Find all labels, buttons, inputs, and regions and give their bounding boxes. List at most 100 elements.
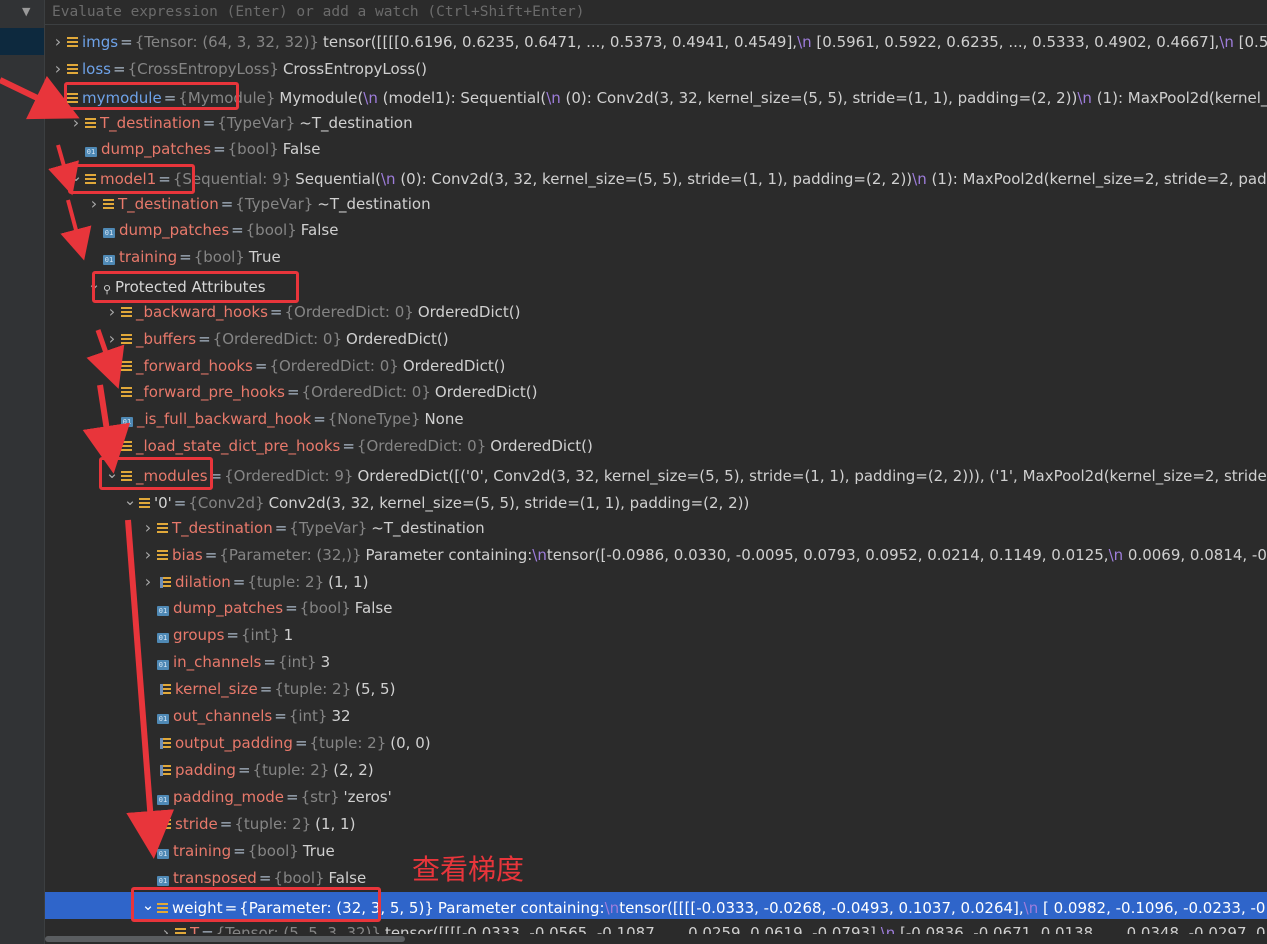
tree-row[interactable]: 01 out_channels = {int} 32 (45, 703, 1267, 730)
equals-sign: = (179, 248, 192, 266)
list-icon (121, 387, 132, 398)
variable-type: {bool} (247, 842, 299, 860)
expand-chevron-icon[interactable]: › (141, 568, 155, 595)
tree-row[interactable]: › _buffers = {OrderedDict: 0} OrderedDict() (45, 325, 1267, 352)
variable-name: _is_full_backward_hook (137, 410, 312, 428)
tree-row[interactable]: 01 groups = {int} 1 (45, 622, 1267, 649)
primitive-icon: 01 (157, 660, 169, 670)
scrollbar-thumb[interactable] (45, 936, 405, 942)
expand-chevron-icon[interactable]: › (141, 541, 155, 568)
tree-row[interactable]: 01 dump_patches = {bool} False (45, 136, 1267, 163)
equals-sign: = (204, 546, 218, 564)
variable-type: {TypeVar} (289, 519, 368, 537)
tree-row[interactable]: › T_destination = {TypeVar} ~T_destination (45, 109, 1267, 136)
expand-chevron-icon[interactable]: › (69, 109, 83, 136)
variable-value: ~T_destination (371, 519, 485, 537)
tree-row[interactable]: ⌄ model1 = {Sequential: 9} Sequential(\n (0)… (45, 163, 1267, 190)
variable-type: {bool} (245, 221, 297, 239)
list-icon (121, 307, 132, 318)
variable-value: Mymodule(\n (model1): Sequential(\n (0):… (279, 89, 1267, 107)
expand-chevron-icon[interactable]: › (51, 55, 65, 82)
tuple-icon (160, 684, 171, 695)
variable-type: {NoneType} (327, 410, 421, 428)
tree-row[interactable]: 01 training = {bool} True (45, 244, 1267, 271)
tree-row[interactable]: kernel_size = {tuple: 2} (5, 5) (45, 676, 1267, 703)
tree-row[interactable]: 01 training = {bool} True (45, 838, 1267, 865)
equals-sign: = (274, 707, 287, 725)
expand-chevron-icon[interactable]: › (141, 514, 155, 541)
expand-chevron-icon[interactable]: › (105, 325, 119, 352)
variable-value: ~T_destination (317, 195, 431, 213)
variable-value: 'zeros' (343, 788, 392, 806)
equals-sign: = (231, 221, 244, 239)
tree-row[interactable]: › bias = {Parameter: (32,)} Parameter contai… (45, 541, 1267, 568)
expand-chevron-icon[interactable]: › (51, 28, 65, 55)
tree-row[interactable]: _load_state_dict_pre_hooks = {OrderedDict:… (45, 433, 1267, 460)
equals-sign: = (342, 437, 355, 455)
tree-row[interactable]: › imgs = {Tensor: (64, 3, 32, 32)} tensor([[… (45, 28, 1267, 55)
expand-chevron-icon[interactable]: › (105, 352, 119, 379)
evaluate-expression-input[interactable] (45, 0, 1267, 24)
tree-row[interactable]: › loss = {CrossEntropyLoss} CrossEntropyLoss… (45, 55, 1267, 82)
list-icon (103, 199, 114, 210)
variable-type: {OrderedDict: 9} (224, 467, 354, 485)
variable-value: Parameter containing:\ntensor([-0.0986, … (365, 546, 1267, 564)
variable-value: Sequential(\n (0): Conv2d(3, 32, kernel_… (295, 170, 1267, 188)
collapse-chevron-icon[interactable]: ⌄ (123, 487, 137, 514)
collapse-triangle-icon[interactable]: ▼ (22, 5, 30, 18)
tree-row[interactable]: 01 _is_full_backward_hook = {NoneType} None (45, 406, 1267, 433)
tree-row[interactable]: › _forward_hooks = {OrderedDict: 0} OrderedD… (45, 352, 1267, 379)
tree-row[interactable]: 01 padding_mode = {str}'zeros' (45, 784, 1267, 811)
variable-type: {tuple: 2} (274, 680, 352, 698)
variable-value: False (354, 599, 393, 617)
tree-row[interactable]: ⌄ '0' = {Conv2d} Conv2d(3, 32, kernel_size=(… (45, 487, 1267, 514)
collapse-chevron-icon[interactable]: ⌄ (51, 82, 65, 109)
variable-value: 3 (320, 653, 331, 671)
variable-type: {TypeVar} (235, 195, 314, 213)
horizontal-scrollbar[interactable] (45, 934, 1267, 944)
equals-sign: = (213, 140, 226, 158)
tree-row[interactable]: output_padding = {tuple: 2} (0, 0) (45, 730, 1267, 757)
variable-name: dump_patches (101, 140, 212, 158)
variable-name: training (173, 842, 232, 860)
tree-row[interactable]: 01 in_channels = {int} 3 (45, 649, 1267, 676)
variable-name: kernel_size (175, 680, 258, 698)
equals-sign: = (120, 33, 133, 51)
variable-type: {CrossEntropyLoss} (127, 60, 279, 78)
tree-row[interactable]: 01 dump_patches = {bool} False (45, 217, 1267, 244)
tree-row[interactable]: ⌄ _modules = {OrderedDict: 9} OrderedDict([(… (45, 460, 1267, 487)
gutter-selection-marker (0, 28, 44, 55)
tree-row[interactable]: 01 dump_patches = {bool} False (45, 595, 1267, 622)
tree-row[interactable]: › T_destination = {TypeVar} ~T_destination (45, 190, 1267, 217)
list-icon (121, 361, 132, 372)
tree-row[interactable]: _forward_pre_hooks = {OrderedDict: 0} Order… (45, 379, 1267, 406)
variable-value: Parameter containing:\ntensor([[[[-0.033… (437, 899, 1267, 917)
expand-chevron-icon[interactable]: › (87, 190, 101, 217)
tree-row[interactable]: › dilation = {tuple: 2} (1, 1) (45, 568, 1267, 595)
variable-name: '0' (154, 494, 172, 512)
tuple-icon (160, 577, 171, 588)
variables-tree: › imgs = {Tensor: (64, 3, 32, 32)} tensor([[… (45, 28, 1267, 934)
annotation-box-protected (92, 271, 299, 303)
tree-row[interactable]: › T_destination = {TypeVar} ~T_destination (45, 514, 1267, 541)
variable-value: (1, 1) (328, 573, 369, 591)
variable-type: {OrderedDict: 0} (284, 303, 414, 321)
variable-name: _load_state_dict_pre_hooks (136, 437, 341, 455)
tree-row[interactable]: stride = {tuple: 2} (1, 1) (45, 811, 1267, 838)
tree-row[interactable]: padding = {tuple: 2} (2, 2) (45, 757, 1267, 784)
variable-value: OrderedDict() (434, 383, 538, 401)
variable-name: _forward_hooks (136, 357, 253, 375)
variable-value: False (300, 221, 339, 239)
primitive-icon: 01 (157, 633, 169, 643)
annotation-box-model1 (68, 164, 195, 194)
equals-sign: = (201, 924, 214, 934)
list-icon (157, 523, 168, 534)
variable-value: OrderedDict([('0', Conv2d(3, 32, kernel_… (357, 467, 1267, 485)
variable-type: {Tensor: (64, 3, 32, 32)} (134, 33, 319, 51)
variable-value: OrderedDict() (490, 437, 593, 455)
equals-sign: = (219, 815, 233, 833)
variable-name: dump_patches (119, 221, 230, 239)
equals-sign: = (198, 330, 211, 348)
primitive-icon: 01 (103, 255, 115, 265)
annotation-box-modules (99, 457, 213, 490)
